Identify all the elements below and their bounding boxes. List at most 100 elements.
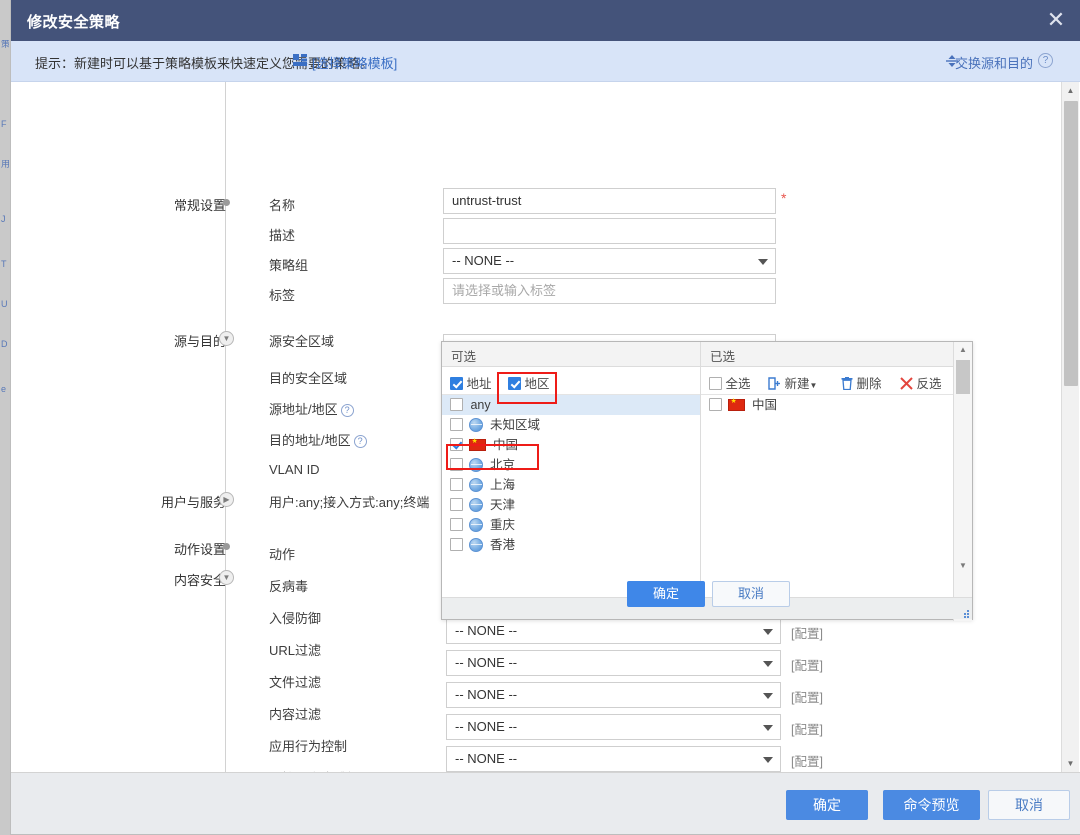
- checkbox-icon[interactable]: [450, 398, 463, 411]
- content-filter-value: -- NONE --: [455, 623, 518, 638]
- section-label: 用户与服务: [160, 495, 226, 510]
- list-item[interactable]: 香港: [442, 535, 700, 555]
- section-label: 常规设置: [173, 198, 226, 213]
- label-content-filter: 内容过滤: [269, 707, 322, 722]
- swap-source-dest-link[interactable]: 交换源和目的: [955, 53, 1033, 72]
- checkbox-icon[interactable]: [450, 377, 463, 390]
- apt-config-link[interactable]: [配置]: [791, 751, 823, 770]
- list-item-label: 重庆: [489, 518, 515, 532]
- command-preview-button[interactable]: 命令预览: [883, 790, 980, 820]
- delete-button[interactable]: 删除: [841, 373, 882, 392]
- chevron-down-icon[interactable]: ▼: [219, 331, 234, 346]
- checkbox-icon[interactable]: [450, 458, 463, 471]
- section-label: 动作设置: [173, 542, 226, 557]
- invert-selection-button[interactable]: 反选: [900, 373, 942, 392]
- checkbox-icon[interactable]: [450, 538, 463, 551]
- checkbox-icon[interactable]: [709, 377, 722, 390]
- app-behavior-config-link[interactable]: [配置]: [791, 655, 823, 674]
- label-policy-group: 策略组: [269, 258, 309, 273]
- chevron-down-icon: [763, 725, 773, 731]
- description-input[interactable]: [443, 218, 776, 244]
- swap-help-icon[interactable]: ?: [1038, 53, 1053, 68]
- list-item[interactable]: 中国: [442, 435, 700, 455]
- chevron-down-icon: [758, 259, 768, 265]
- scroll-down-icon[interactable]: ▼: [1062, 755, 1079, 772]
- list-item[interactable]: 北京: [442, 455, 700, 475]
- scroll-down-icon[interactable]: ▼: [954, 558, 972, 574]
- list-item[interactable]: 上海: [442, 475, 700, 495]
- chevron-down-icon[interactable]: ▼: [810, 381, 818, 390]
- checkbox-icon[interactable]: [450, 518, 463, 531]
- list-item[interactable]: 天津: [442, 495, 700, 515]
- picker-scrollbar[interactable]: ▲ ▼: [953, 342, 972, 621]
- globe-icon: [469, 478, 484, 492]
- ok-button[interactable]: 确定: [786, 790, 868, 820]
- new-label: 新建: [784, 377, 810, 391]
- list-item[interactable]: 重庆: [442, 515, 700, 535]
- picker-cancel-button[interactable]: 取消: [712, 581, 790, 607]
- filter-address-checkbox[interactable]: 地址: [450, 373, 492, 392]
- new-button[interactable]: 新建▼: [768, 373, 817, 392]
- list-item[interactable]: 未知区域: [442, 415, 700, 435]
- checkbox-icon[interactable]: [450, 438, 463, 451]
- checkbox-icon[interactable]: [709, 398, 722, 411]
- list-item[interactable]: any: [442, 395, 700, 415]
- scrollbar-thumb[interactable]: [956, 360, 970, 394]
- app-behavior-select[interactable]: -- NONE --: [446, 650, 781, 676]
- checkbox-icon[interactable]: [450, 478, 463, 491]
- scrollbar-thumb[interactable]: [1064, 101, 1078, 386]
- chevron-right-icon[interactable]: ▶: [219, 492, 234, 507]
- globe-icon: [469, 458, 484, 472]
- label-name: 名称: [269, 198, 296, 213]
- picker-selected-toolbar: 全选 新建▼ 删除 反选: [701, 367, 953, 395]
- main-scrollbar[interactable]: ▲ ▼: [1061, 82, 1079, 772]
- checkbox-icon[interactable]: [450, 418, 463, 431]
- new-icon: [768, 377, 780, 390]
- cloud-access-select[interactable]: -- NONE --: [446, 682, 781, 708]
- label-dst-zone: 目的安全区域: [269, 371, 348, 386]
- tip-bar: 提示：新建时可以基于策略模板来快速定义您需要的策略。 [选择策略模板] 交换源和…: [11, 41, 1080, 82]
- label-vlan-id: VLAN ID: [269, 462, 320, 477]
- filter-region-checkbox[interactable]: 地区: [508, 373, 550, 392]
- mail-filter-select[interactable]: -- NONE --: [446, 714, 781, 740]
- policy-group-select[interactable]: -- NONE --: [443, 248, 776, 274]
- scroll-up-icon[interactable]: ▲: [954, 342, 972, 358]
- name-input[interactable]: untrust-trust: [443, 188, 776, 214]
- chevron-down-icon[interactable]: ▼: [219, 570, 234, 585]
- close-icon[interactable]: ✕: [1041, 6, 1071, 36]
- section-label: 内容安全: [173, 573, 226, 588]
- cancel-button[interactable]: 取消: [988, 790, 1070, 820]
- list-item[interactable]: 中国: [701, 395, 953, 415]
- selected-header: 已选: [710, 350, 736, 364]
- globe-icon: [469, 418, 484, 432]
- picker-ok-button[interactable]: 确定: [627, 581, 705, 607]
- checkbox-icon[interactable]: [450, 498, 463, 511]
- available-list[interactable]: any 未知区域 中国 北京 上海: [442, 395, 700, 597]
- label-description: 描述: [269, 228, 296, 243]
- dst-addr-help-icon[interactable]: ?: [353, 435, 367, 448]
- list-item-label: 中国: [492, 438, 518, 452]
- cloud-access-config-link[interactable]: [配置]: [791, 687, 823, 706]
- label-src-zone: 源安全区域: [269, 334, 335, 349]
- select-all-button[interactable]: 全选: [709, 373, 751, 392]
- dialog-footer: 确定 命令预览 取消: [11, 772, 1080, 834]
- checkbox-icon[interactable]: [508, 377, 521, 390]
- content-filter-select[interactable]: -- NONE --: [446, 618, 781, 644]
- content-filter-config-link[interactable]: [配置]: [791, 623, 823, 642]
- required-marker: *: [781, 190, 787, 206]
- resize-handle-icon[interactable]: [962, 610, 970, 618]
- list-item-label: 未知区域: [489, 418, 540, 432]
- scroll-up-icon[interactable]: ▲: [1062, 82, 1079, 99]
- src-addr-help-icon[interactable]: ?: [340, 404, 354, 417]
- label-app-behavior: 应用行为控制: [269, 739, 348, 754]
- flag-cn-icon: [469, 436, 487, 451]
- label-src-addr-text: 源地址/地区: [269, 402, 338, 417]
- address-region-picker-popup: 可选 已选 地址 地区 全选 新建▼ 删除 反选 any 未知区域 ★ 中国 北…: [441, 341, 973, 621]
- tag-input[interactable]: 请选择或输入标签: [443, 278, 776, 304]
- list-item-label: any: [470, 398, 491, 412]
- mail-filter-config-link[interactable]: [配置]: [791, 719, 823, 738]
- select-policy-template-link[interactable]: [选择策略模板]: [312, 53, 397, 72]
- page-title: 修改安全策略: [27, 14, 121, 31]
- selected-list[interactable]: 中国: [701, 395, 953, 597]
- apt-select[interactable]: -- NONE --: [446, 746, 781, 772]
